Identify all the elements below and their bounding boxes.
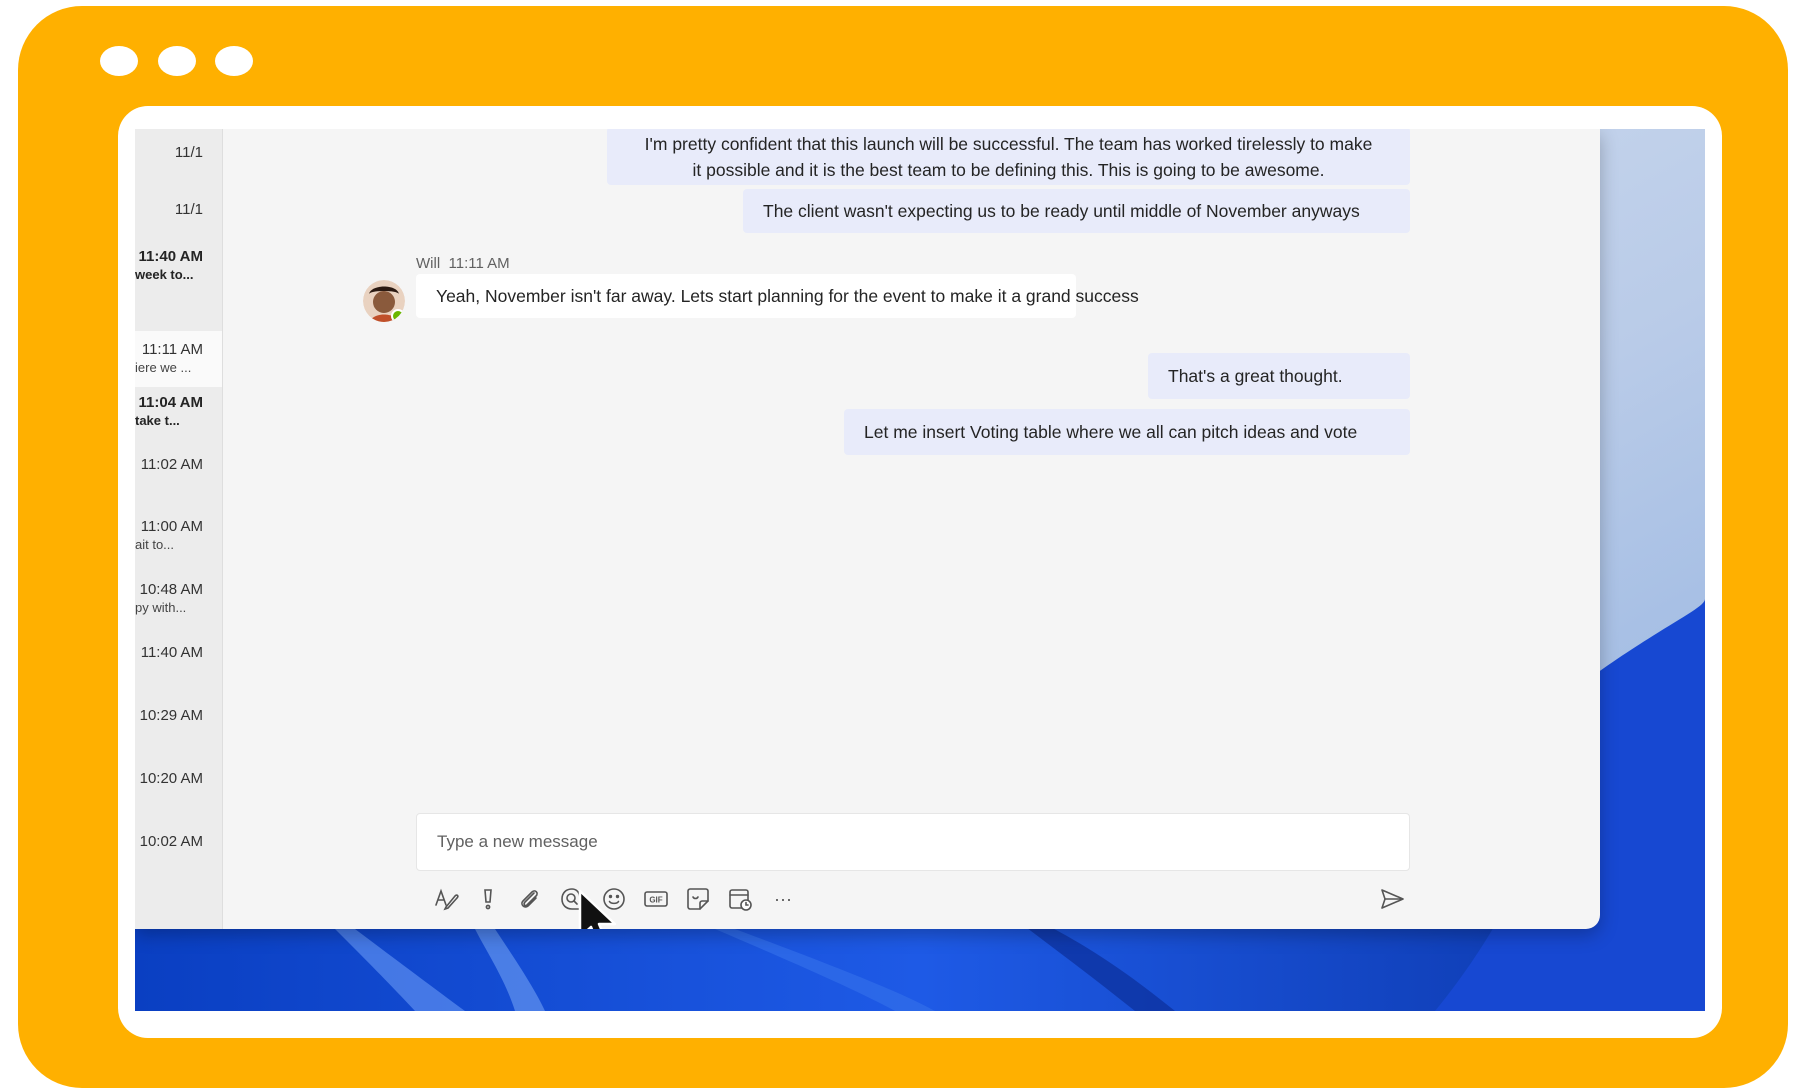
message-text: I'm pretty confident that this launch wi… (644, 134, 1373, 154)
chat-list-item[interactable]: 11/1 (135, 179, 222, 247)
chat-list-item[interactable]: 10:48 AM py with... (135, 580, 222, 643)
desktop-screen: 11/1 11/1 11:40 AM week to... 11:11 AM i… (135, 129, 1705, 1011)
message-time: 11:11 AM (448, 255, 510, 272)
chat-list-item[interactable]: 11:04 AM take t... (135, 393, 222, 456)
message-text: The client wasn't expecting us to be rea… (763, 201, 1360, 221)
chat-list-item[interactable]: 11:02 AM (135, 455, 222, 518)
attach-icon[interactable] (516, 885, 544, 913)
chat-list-item[interactable]: 11/1 (135, 129, 222, 179)
chat-list-preview: ait to... (135, 537, 175, 552)
format-icon[interactable] (432, 885, 460, 913)
chat-list-preview: week to... (135, 267, 194, 282)
other-message-bubble[interactable]: Yeah, November isn't far away. Lets star… (416, 274, 1139, 318)
window-dot-icon (100, 46, 138, 76)
chat-list-preview: iere we ... (135, 360, 192, 375)
message-header: Will 11:11 AM (416, 255, 510, 272)
sticker-icon[interactable] (684, 885, 712, 913)
schedule-icon[interactable] (726, 885, 754, 913)
important-icon[interactable] (474, 885, 502, 913)
chat-list-item[interactable]: 11:40 AM (135, 643, 222, 706)
mouse-cursor-icon (578, 889, 617, 929)
teams-chat-window: 11/1 11/1 11:40 AM week to... 11:11 AM i… (135, 129, 1600, 929)
avatar[interactable] (363, 280, 405, 322)
chat-list-item[interactable]: 10:20 AM (135, 769, 222, 832)
chat-list-item[interactable]: 10:02 AM (135, 832, 222, 895)
send-icon[interactable] (1378, 885, 1406, 913)
own-message-bubble[interactable]: The client wasn't expecting us to be rea… (743, 189, 1410, 233)
chat-list-time: 11:02 AM (140, 456, 203, 473)
window-dot-icon (215, 46, 253, 76)
sender-name: Will (416, 255, 441, 272)
own-message-bubble[interactable]: Let me insert Voting table where we all … (844, 409, 1410, 455)
chat-list-time: 10:29 AM (139, 707, 203, 724)
chat-list-time: 10:48 AM (139, 581, 203, 598)
window-dot-icon (158, 46, 196, 76)
gif-icon[interactable]: GIF (642, 885, 670, 913)
chat-list-time: 11/1 (174, 201, 203, 218)
chat-list-time: 10:02 AM (139, 833, 203, 850)
chat-list-time: 11:11 AM (141, 341, 203, 358)
chat-list-time: 11/1 (174, 144, 203, 161)
chat-list: 11/1 11/1 11:40 AM week to... 11:11 AM i… (135, 129, 223, 929)
message-text: That's a great thought. (1168, 366, 1343, 386)
chat-list-preview: take t... (135, 413, 180, 428)
message-compose-box[interactable]: Type a new message (416, 813, 1410, 871)
gif-label: GIF (649, 896, 662, 905)
browser-frame: 11/1 11/1 11:40 AM week to... 11:11 AM i… (18, 6, 1788, 1088)
chat-list-time: 11:00 AM (140, 518, 203, 535)
chat-list-time: 10:20 AM (139, 770, 203, 787)
chat-list-time: 11:40 AM (138, 248, 203, 265)
message-text: Yeah, November isn't far away. Lets star… (436, 286, 1139, 306)
message-text: Let me insert Voting table where we all … (864, 422, 1358, 442)
chat-list-item[interactable]: 10:29 AM (135, 706, 222, 769)
more-label: ··· (774, 889, 792, 909)
chat-list-item[interactable]: 11:40 AM week to... (135, 247, 222, 310)
compose-placeholder: Type a new message (437, 832, 598, 851)
message-text: it possible and it is the best team to b… (692, 160, 1325, 180)
more-icon[interactable]: ··· (768, 885, 798, 913)
chat-list-time: 11:40 AM (140, 644, 203, 661)
chat-list-time: 11:04 AM (138, 394, 203, 411)
own-message-bubble[interactable]: I'm pretty confident that this launch wi… (607, 129, 1410, 185)
own-message-bubble[interactable]: That's a great thought. (1148, 353, 1410, 399)
chat-list-item[interactable]: 11:00 AM ait to... (135, 517, 222, 580)
screen-container: 11/1 11/1 11:40 AM week to... 11:11 AM i… (118, 106, 1722, 1038)
chat-list-preview: py with... (135, 600, 187, 615)
chat-list-item-selected[interactable]: 11:11 AM iere we ... (135, 331, 222, 387)
